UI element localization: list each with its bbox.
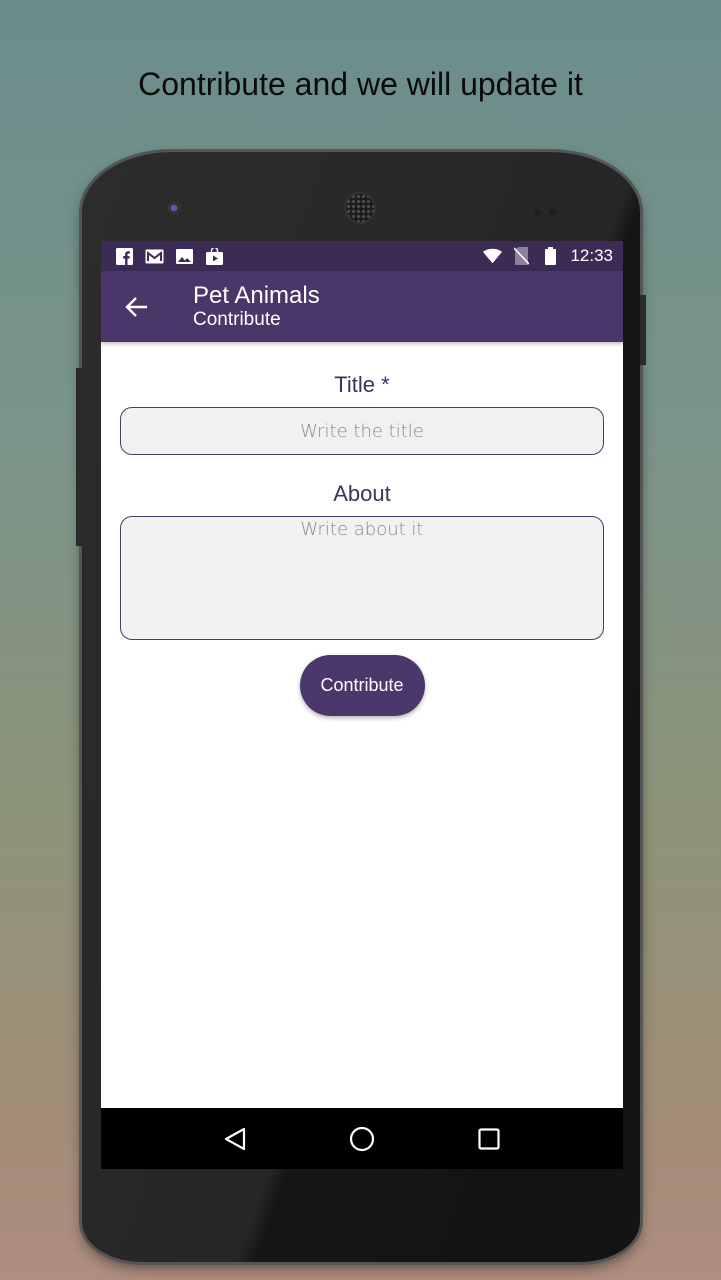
image-icon xyxy=(175,248,194,265)
recents-square-icon xyxy=(478,1127,500,1150)
app-subtitle: Contribute xyxy=(193,309,281,330)
title-input[interactable] xyxy=(120,407,604,455)
nav-recents-button[interactable] xyxy=(469,1119,509,1159)
about-label: About xyxy=(333,481,391,506)
about-textarea[interactable] xyxy=(120,516,604,640)
earpiece-speaker xyxy=(346,194,374,222)
title-label: Title * xyxy=(334,372,390,397)
back-triangle-icon xyxy=(224,1127,245,1150)
contribute-button[interactable]: Contribute xyxy=(299,655,425,716)
front-camera xyxy=(168,202,180,214)
nav-home-button[interactable] xyxy=(342,1119,382,1159)
nav-back-button[interactable] xyxy=(215,1119,255,1159)
phone-screen: 12:33 Pet Animals Contribute Title * Abo… xyxy=(101,241,623,1169)
gmail-icon xyxy=(145,248,164,265)
wifi-icon xyxy=(483,248,503,265)
app-title: Pet Animals xyxy=(193,282,320,309)
promo-headline: Contribute and we will update it xyxy=(138,66,583,102)
no-sim-icon xyxy=(512,247,531,265)
phone-side-button-left xyxy=(76,368,82,546)
navigation-bar xyxy=(101,1108,623,1169)
proximity-sensors xyxy=(534,203,564,216)
arrow-left-icon xyxy=(125,296,147,317)
home-circle-icon xyxy=(349,1126,375,1151)
phone-side-button-right xyxy=(640,295,646,365)
status-time: 12:33 xyxy=(570,246,613,265)
status-bar: 12:33 xyxy=(101,241,623,271)
back-button[interactable] xyxy=(101,271,171,342)
app-bar: Pet Animals Contribute xyxy=(101,271,623,342)
play-store-icon xyxy=(205,247,224,265)
battery-icon xyxy=(541,247,560,265)
contribute-form: Title * About Contribute xyxy=(101,372,623,716)
facebook-icon xyxy=(115,247,134,265)
